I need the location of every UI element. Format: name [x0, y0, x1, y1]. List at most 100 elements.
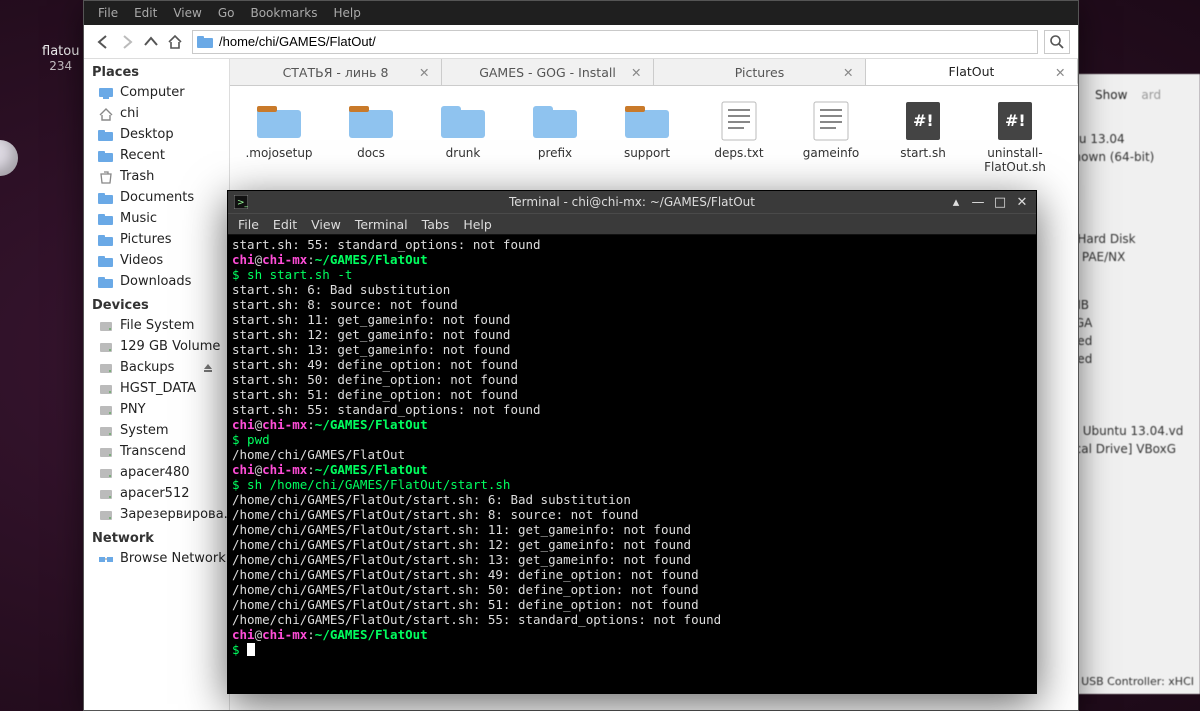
folder-icon: [98, 191, 114, 205]
file-manager-content[interactable]: .mojosetup docs drunk prefix support dep…: [230, 86, 1078, 189]
sidebar-item[interactable]: Music: [84, 208, 229, 229]
sidebar-item[interactable]: Pictures: [84, 229, 229, 250]
file-item[interactable]: .mojosetup: [240, 100, 318, 175]
terminal-menu-help[interactable]: Help: [463, 217, 492, 232]
terminal-menubar[interactable]: File Edit View Terminal Tabs Help: [228, 213, 1036, 235]
sidebar-item[interactable]: System: [84, 420, 229, 441]
disk-icon: [98, 340, 114, 354]
sidebar-item[interactable]: apacer480: [84, 462, 229, 483]
trash-icon: [98, 170, 114, 184]
file-item[interactable]: #! uninstall-FlatOut.sh: [976, 100, 1054, 175]
sidebar-item-label: Downloads: [120, 274, 191, 289]
menu-bookmarks[interactable]: Bookmarks: [250, 6, 317, 20]
vbox-show-label[interactable]: Show: [1095, 88, 1127, 102]
window-minimize-button[interactable]: —: [972, 195, 984, 210]
tab-close-icon[interactable]: ✕: [843, 65, 857, 79]
sidebar-item[interactable]: chi: [84, 103, 229, 124]
nav-home-button[interactable]: [164, 31, 186, 53]
menu-help[interactable]: Help: [334, 6, 361, 20]
file-name: .mojosetup: [240, 146, 318, 160]
sidebar-item[interactable]: Trash: [84, 166, 229, 187]
tab-label: Pictures: [735, 65, 785, 80]
file-name: drunk: [424, 146, 502, 160]
tab[interactable]: СТАТЬЯ - линь 8 ✕: [230, 59, 442, 85]
file-name: prefix: [516, 146, 594, 160]
sidebar-item[interactable]: 129 GB Volume: [84, 336, 229, 357]
file-item[interactable]: gameinfo: [792, 100, 870, 175]
tab[interactable]: FlatOut✕: [866, 59, 1078, 85]
terminal-output[interactable]: start.sh: 55: standard_options: not foun…: [228, 235, 1036, 693]
sidebar-item-label: chi: [120, 106, 139, 121]
vbox-info-row: nknown (64-bit): [1059, 150, 1194, 164]
arrow-left-icon: [95, 34, 111, 50]
file-manager-sidebar[interactable]: Places ComputerchiDesktopRecentTrashDocu…: [84, 59, 230, 710]
eject-icon[interactable]: [203, 363, 219, 373]
svg-text:#!: #!: [913, 111, 934, 130]
file-item[interactable]: deps.txt: [700, 100, 778, 175]
terminal-menu-tabs[interactable]: Tabs: [422, 217, 450, 232]
file-item[interactable]: prefix: [516, 100, 594, 175]
sidebar-item-label: Documents: [120, 190, 194, 205]
sidebar-item-label: 129 GB Volume: [120, 339, 220, 354]
terminal-menu-edit[interactable]: Edit: [273, 217, 297, 232]
disk-icon: [98, 487, 114, 501]
disk-icon: [98, 445, 114, 459]
menu-file[interactable]: File: [98, 6, 118, 20]
file-name: start.sh: [884, 146, 962, 160]
sidebar-item[interactable]: Computer: [84, 82, 229, 103]
terminal-menu-terminal[interactable]: Terminal: [355, 217, 408, 232]
sidebar-item[interactable]: PNY: [84, 399, 229, 420]
terminal-menu-file[interactable]: File: [238, 217, 259, 232]
sidebar-item[interactable]: Videos: [84, 250, 229, 271]
file-manager-tabs[interactable]: СТАТЬЯ - линь 8✕GAMES - GOG - Install✕Pi…: [230, 59, 1078, 86]
nav-forward-button[interactable]: [116, 31, 138, 53]
window-maximize-button[interactable]: □: [994, 195, 1006, 210]
disk-icon: [98, 424, 114, 438]
sidebar-item[interactable]: File System: [84, 315, 229, 336]
folder-icon: [623, 100, 671, 140]
sidebar-item[interactable]: Desktop: [84, 124, 229, 145]
vbox-info-row: 64) Ubuntu 13.04.vd: [1059, 424, 1194, 438]
window-close-button[interactable]: ✕: [1016, 195, 1028, 210]
path-bar[interactable]: [192, 30, 1038, 54]
sidebar-item-label: Trash: [120, 169, 154, 184]
menu-view[interactable]: View: [173, 6, 201, 20]
folder-icon: [255, 100, 303, 140]
terminal-titlebar[interactable]: >_ Terminal - chi@chi-mx: ~/GAMES/FlatOu…: [228, 191, 1036, 213]
tab-close-icon[interactable]: ✕: [631, 65, 645, 79]
nav-up-button[interactable]: [140, 31, 162, 53]
svg-text:#!: #!: [1005, 111, 1026, 130]
tab-close-icon[interactable]: ✕: [1055, 65, 1069, 79]
sidebar-item[interactable]: Downloads: [84, 271, 229, 292]
file-item[interactable]: support: [608, 100, 686, 175]
search-button[interactable]: [1044, 30, 1070, 54]
file-item[interactable]: docs: [332, 100, 410, 175]
file-item[interactable]: drunk: [424, 100, 502, 175]
text-file-icon: [807, 100, 855, 140]
sidebar-item[interactable]: Recent: [84, 145, 229, 166]
terminal-window[interactable]: >_ Terminal - chi@chi-mx: ~/GAMES/FlatOu…: [227, 190, 1037, 694]
nav-back-button[interactable]: [92, 31, 114, 53]
path-input[interactable]: [219, 32, 1033, 52]
sidebar-section-devices: Devices: [84, 292, 229, 315]
sidebar-item-label: Desktop: [120, 127, 174, 142]
sidebar-item[interactable]: Browse Network: [84, 548, 229, 569]
tab-close-icon[interactable]: ✕: [419, 65, 433, 79]
sidebar-item[interactable]: Transcend: [84, 441, 229, 462]
tab-label: СТАТЬЯ - линь 8: [283, 65, 389, 80]
file-manager-menubar[interactable]: File Edit View Go Bookmarks Help: [84, 1, 1078, 25]
menu-go[interactable]: Go: [218, 6, 235, 20]
sidebar-item[interactable]: HGST_DATA: [84, 378, 229, 399]
sidebar-item[interactable]: apacer512: [84, 483, 229, 504]
terminal-menu-view[interactable]: View: [311, 217, 341, 232]
disk-icon: [98, 382, 114, 396]
tab[interactable]: Pictures ✕: [654, 59, 866, 85]
vbox-status: USB Controller: xHCI: [1081, 675, 1194, 688]
window-rollup-button[interactable]: ▴: [950, 195, 962, 210]
sidebar-item[interactable]: Backups: [84, 357, 229, 378]
file-item[interactable]: #! start.sh: [884, 100, 962, 175]
tab[interactable]: GAMES - GOG - Install✕: [442, 59, 654, 85]
menu-edit[interactable]: Edit: [134, 6, 157, 20]
sidebar-item[interactable]: Documents: [84, 187, 229, 208]
sidebar-item[interactable]: Зарезервирова...: [84, 504, 229, 525]
